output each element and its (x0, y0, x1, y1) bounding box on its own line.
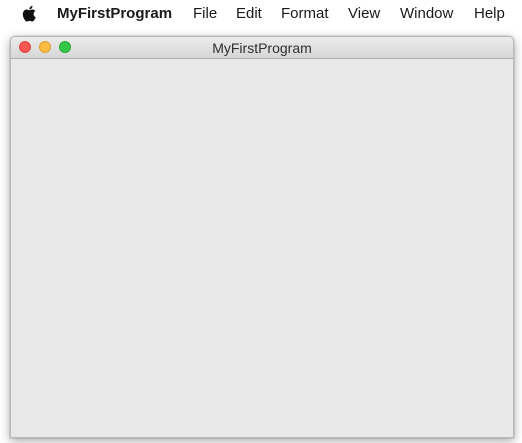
apple-icon[interactable] (21, 4, 39, 23)
menu-window[interactable]: Window (400, 4, 453, 23)
screen: MyFirstProgram File Edit Format View Win… (0, 0, 522, 443)
menu-bar: MyFirstProgram File Edit Format View Win… (0, 0, 522, 27)
menu-file[interactable]: File (193, 4, 217, 23)
menu-edit[interactable]: Edit (236, 4, 262, 23)
menu-view[interactable]: View (348, 4, 380, 23)
menu-help[interactable]: Help (474, 4, 505, 23)
window-content (11, 59, 513, 437)
title-bar[interactable]: MyFirstProgram (11, 37, 513, 59)
menu-format[interactable]: Format (281, 4, 329, 23)
app-window: MyFirstProgram (10, 36, 514, 438)
menu-app-name[interactable]: MyFirstProgram (57, 4, 172, 23)
window-title: MyFirstProgram (212, 40, 312, 56)
